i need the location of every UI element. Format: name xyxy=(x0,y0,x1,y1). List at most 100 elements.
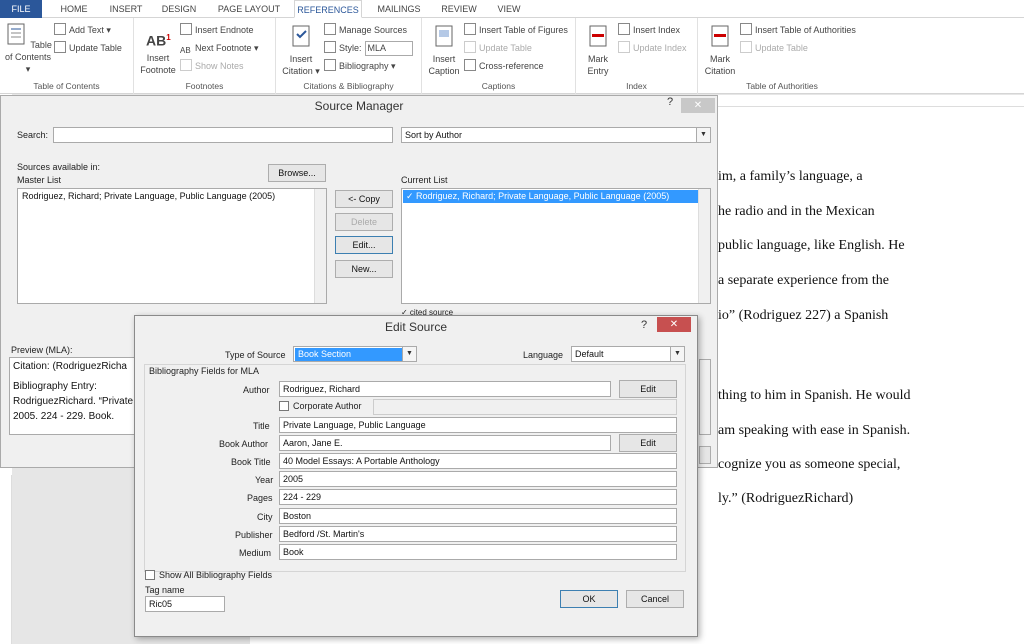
sort-value: Sort by Author xyxy=(405,130,463,140)
publisher-field[interactable]: Bedford /St. Martin's xyxy=(279,526,677,542)
mark-citation-button[interactable]: Mark Citation xyxy=(700,24,740,77)
tab-review[interactable]: REVIEW xyxy=(436,0,482,18)
add-text-button[interactable]: Add Text ▾ xyxy=(54,22,111,38)
vertical-ruler[interactable] xyxy=(0,475,12,644)
mark-entry-icon xyxy=(589,25,607,47)
sources-available-label: Sources available in: xyxy=(17,162,101,172)
tag-name-field[interactable]: Ric05 xyxy=(145,596,225,612)
show-all-fields-label: Show All Bibliography Fields xyxy=(159,570,273,580)
group-table-of-contents: Table of Contents ▾ Add Text ▾ Update Ta… xyxy=(0,18,134,94)
publisher-label: Publisher xyxy=(235,530,273,540)
tab-insert[interactable]: INSERT xyxy=(104,0,148,18)
show-all-fields-checkbox[interactable]: Show All Bibliography Fields xyxy=(145,570,272,580)
checkbox-icon xyxy=(279,401,289,411)
update-icon xyxy=(464,41,476,53)
tab-home[interactable]: HOME xyxy=(52,0,96,18)
tab-design[interactable]: DESIGN xyxy=(157,0,201,18)
medium-field[interactable]: Book xyxy=(279,544,677,560)
copy-button[interactable]: <- Copy xyxy=(335,190,393,208)
citation-icon xyxy=(292,25,310,47)
year-field[interactable]: 2005 xyxy=(279,471,677,487)
master-list[interactable]: Rodriguez, Richard; Private Language, Pu… xyxy=(17,188,327,304)
tab-file[interactable]: FILE xyxy=(0,0,42,18)
help-icon[interactable]: ? xyxy=(641,319,647,331)
list-item[interactable]: ✓ Rodriguez, Richard; Private Language, … xyxy=(403,190,709,203)
update-toa-button[interactable]: Update Table xyxy=(740,40,808,56)
tab-mailings[interactable]: MAILINGS xyxy=(372,0,426,18)
browse-button[interactable]: Browse... xyxy=(268,164,326,182)
pages-field[interactable]: 224 - 229 xyxy=(279,489,677,505)
document-text-line: a separate experience from the xyxy=(718,273,890,288)
type-of-source-value: Book Section xyxy=(295,348,403,361)
scrollbar[interactable] xyxy=(314,189,326,303)
city-field[interactable]: Boston xyxy=(279,508,677,524)
insert-toa-button[interactable]: Insert Table of Authorities xyxy=(740,22,856,38)
update-figures-button[interactable]: Update Table xyxy=(464,40,532,56)
edit-author-button[interactable]: Edit xyxy=(619,380,677,398)
mark-entry-button[interactable]: Mark Entry xyxy=(578,24,618,77)
fields-title: Bibliography Fields for MLA xyxy=(149,366,260,376)
style-selector[interactable]: Style: MLA xyxy=(324,40,413,56)
manage-sources-button[interactable]: Manage Sources xyxy=(324,22,407,38)
checkmark-icon xyxy=(54,41,66,53)
corporate-author-field[interactable] xyxy=(373,399,677,415)
search-input[interactable] xyxy=(53,127,393,143)
insert-citation-button[interactable]: Insert Citation ▾ xyxy=(278,24,324,77)
update-toc-button[interactable]: Update Table xyxy=(54,40,122,56)
table-of-figures-icon xyxy=(464,23,476,35)
tab-page-layout[interactable]: PAGE LAYOUT xyxy=(214,0,284,18)
cancel-button[interactable]: Cancel xyxy=(626,590,684,608)
update-index-button[interactable]: Update Index xyxy=(618,40,687,56)
language-select[interactable]: Default ▼ xyxy=(571,346,685,362)
author-field[interactable]: Rodriguez, Richard xyxy=(279,381,611,397)
close-icon[interactable]: ✕ xyxy=(657,317,691,332)
book-title-field[interactable]: 40 Model Essays: A Portable Anthology xyxy=(279,453,677,469)
edit-book-author-button[interactable]: Edit xyxy=(619,434,677,452)
language-label: Language xyxy=(523,350,564,360)
insert-endnote-button[interactable]: Insert Endnote xyxy=(180,22,254,38)
type-of-source-label: Type of Source xyxy=(225,350,286,360)
insert-table-of-figures-button[interactable]: Insert Table of Figures xyxy=(464,22,568,38)
insert-index-button[interactable]: Insert Index xyxy=(618,22,680,38)
type-of-source-select[interactable]: Book Section ▼ xyxy=(293,346,417,362)
group-table-of-authorities: Mark Citation Insert Table of Authoritie… xyxy=(698,18,866,94)
current-list[interactable]: ✓ Rodriguez, Richard; Private Language, … xyxy=(401,188,711,304)
cross-reference-button[interactable]: Cross-reference xyxy=(464,58,544,74)
new-button[interactable]: New... xyxy=(335,260,393,278)
close-button-partial[interactable] xyxy=(699,446,711,464)
manage-sources-icon xyxy=(324,23,336,35)
show-notes-button[interactable]: Show Notes xyxy=(180,58,244,74)
preview-label: Preview (MLA): xyxy=(11,345,73,355)
title-field[interactable]: Private Language, Public Language xyxy=(279,417,677,433)
preview-scrollbar[interactable] xyxy=(699,359,711,435)
insert-caption-button[interactable]: Insert Caption xyxy=(424,24,464,77)
caption-icon xyxy=(435,25,453,47)
horizontal-ruler[interactable] xyxy=(718,95,1024,107)
document-text-line: cognize you as someone special, xyxy=(718,457,901,472)
document-list-icon xyxy=(7,23,25,45)
next-footnote-button[interactable]: AB Next Footnote ▾ xyxy=(180,40,259,56)
scrollbar[interactable] xyxy=(698,189,710,303)
chevron-down-icon: ▼ xyxy=(670,347,684,361)
help-icon[interactable]: ? xyxy=(667,96,673,108)
style-select[interactable]: MLA xyxy=(364,41,413,56)
list-item[interactable]: Rodriguez, Richard; Private Language, Pu… xyxy=(18,189,326,203)
language-value: Default xyxy=(575,349,604,359)
table-of-contents-button[interactable]: Table of Contents ▾ xyxy=(4,22,52,75)
footnote-icon: AB1 xyxy=(146,32,171,49)
book-author-field[interactable]: Aaron, Jane E. xyxy=(279,435,611,451)
tab-references[interactable]: REFERENCES xyxy=(294,0,362,18)
bibliography-button[interactable]: Bibliography ▾ xyxy=(324,58,396,74)
corporate-author-checkbox[interactable]: Corporate Author xyxy=(279,401,362,411)
close-icon[interactable]: ✕ xyxy=(681,98,715,113)
preview-bib-continued: 2005. 224 - 229. Book. xyxy=(13,411,115,422)
author-label: Author xyxy=(243,385,270,395)
delete-button[interactable]: Delete xyxy=(335,213,393,231)
insert-footnote-button[interactable]: AB1 Insert Footnote xyxy=(136,26,180,76)
sort-select[interactable]: Sort by Author ▼ xyxy=(401,127,711,143)
ok-button[interactable]: OK xyxy=(560,590,618,608)
group-label: Table of Authorities xyxy=(746,81,818,91)
tab-view[interactable]: VIEW xyxy=(490,0,528,18)
ribbon-tabs: FILE HOME INSERT DESIGN PAGE LAYOUT REFE… xyxy=(0,0,1024,18)
edit-button[interactable]: Edit... xyxy=(335,236,393,254)
